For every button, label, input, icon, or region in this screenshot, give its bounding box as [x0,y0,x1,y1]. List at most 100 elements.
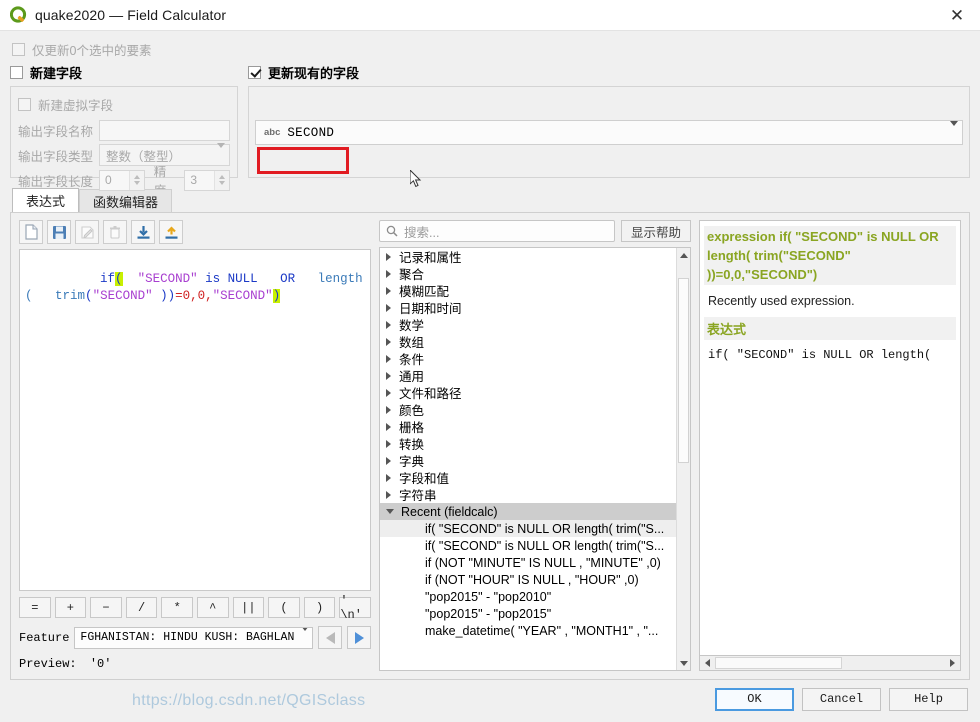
operator-concat[interactable]: || [232,597,265,618]
expression-panel: if( "SECOND" is NULL OR length( trim("SE… [10,212,970,680]
preview-row: Preview: '0' [19,657,371,671]
update-field-header[interactable]: 更新现有的字段 [248,62,970,82]
help-horizontal-scrollbar[interactable] [699,656,961,671]
scroll-thumb[interactable] [715,657,842,669]
scroll-up-icon[interactable] [677,248,690,262]
recent-expression-item[interactable]: if (NOT "HOUR" IS NULL , "HOUR" ,0) [380,571,676,588]
tree-category-conversions[interactable]: 转换 [380,435,676,452]
operator-power[interactable]: ^ [196,597,229,618]
output-field-length-stepper[interactable]: 0 [99,169,145,191]
expr-token: "SECOND" [92,289,153,303]
expr-token: "SECOND" [137,272,198,286]
operator-newline[interactable]: ' \n' [339,594,371,622]
chevron-down-icon [386,509,394,514]
operator-minus[interactable]: − [90,597,122,618]
ok-button[interactable]: OK [715,687,794,711]
tab-function-editor[interactable]: 函数编辑器 [79,189,173,212]
output-field-name-input[interactable] [99,119,230,141]
show-help-button[interactable]: 显示帮助 [620,220,691,242]
tree-category-raster[interactable]: 栅格 [380,418,676,435]
chevron-right-icon [386,354,391,363]
scroll-right-icon[interactable] [945,656,960,670]
tree-category-recent[interactable]: Recent (fieldcalc) [380,503,676,520]
expression-text-area[interactable]: if( "SECOND" is NULL OR length( trim("SE… [19,249,371,591]
search-input[interactable]: 搜索... [379,220,615,242]
tree-category-records[interactable]: 记录和属性 [380,248,676,265]
expr-token: , [190,289,198,303]
virtual-field-row[interactable]: 新建虚拟字段 [18,93,230,115]
recent-expression-item[interactable]: make_datetime( "YEAR" , "MONTH1" , "... [380,622,676,639]
virtual-field-checkbox[interactable] [18,97,31,111]
scroll-track[interactable] [677,262,690,656]
upper-section: 新建字段 新建虚拟字段 输出字段名称 输出字段类型 整数（整型） 输出字段长度 … [10,62,970,198]
expr-token [295,272,318,286]
help-button[interactable]: Help [889,687,968,711]
tree-category-color[interactable]: 颜色 [380,401,676,418]
help-heading: expression if( "SECOND" is NULL OR lengt… [704,226,956,285]
operator-paren-open[interactable]: ( [268,597,300,618]
scroll-left-icon[interactable] [700,656,715,670]
operator-plus[interactable]: + [54,597,87,618]
function-tree-scrollbar[interactable] [676,248,690,670]
existing-field-combo-wrap: abc SECOND [255,120,963,188]
only-selected-checkbox[interactable] [12,43,25,56]
tree-category-math[interactable]: 数学 [380,316,676,333]
chevron-right-icon [386,337,391,346]
tree-category-string[interactable]: 字符串 [380,486,676,503]
tree-category-datetime[interactable]: 日期和时间 [380,299,676,316]
tree-category-files-paths[interactable]: 文件和路径 [380,384,676,401]
new-field-groupbox: 新建虚拟字段 输出字段名称 输出字段类型 整数（整型） 输出字段长度 0 精 3 [10,86,238,198]
recent-expression-item[interactable]: "pop2015" - "pop2010" [380,588,676,605]
chevron-right-icon [386,490,391,499]
scroll-thumb[interactable] [678,277,689,463]
tree-category-aggregate[interactable]: 聚合 [380,265,676,282]
chevron-down-icon [296,627,309,644]
output-field-type-value: 整数（整型） [106,149,182,164]
stepper-arrows-icon[interactable] [128,170,144,190]
operator-paren-close[interactable]: ) [303,597,336,618]
precision-value: 3 [190,173,197,187]
operator-equals[interactable]: = [19,597,51,618]
help-pane: expression if( "SECOND" is NULL OR lengt… [699,220,961,671]
update-existing-field-checkbox[interactable] [248,65,261,79]
output-field-type-select[interactable]: 整数（整型） [99,143,230,166]
save-icon[interactable] [47,220,71,244]
operator-divide[interactable]: / [125,597,158,618]
recent-expression-item[interactable]: if( "SECOND" is NULL OR length( trim("S.… [380,537,676,554]
new-field-column: 新建字段 新建虚拟字段 输出字段名称 输出字段类型 整数（整型） 输出字段长度 … [10,62,238,198]
scroll-down-icon[interactable] [677,656,690,670]
next-feature-icon[interactable] [347,626,371,649]
feature-select[interactable]: FGHANISTAN: HINDU KUSH: BAGHLAN [74,626,313,649]
existing-field-select[interactable]: abc SECOND [255,120,963,145]
recent-expression-item[interactable]: if (NOT "MINUTE" IS NULL , "MINUTE" ,0) [380,554,676,571]
new-field-header[interactable]: 新建字段 [10,62,238,82]
help-code-snippet: if( "SECOND" is NULL OR length( [708,348,932,362]
tree-category-fields-values[interactable]: 字段和值 [380,469,676,486]
create-new-field-label: 新建字段 [30,65,83,81]
create-new-field-checkbox[interactable] [10,65,23,79]
output-field-length-label: 输出字段长度 [18,174,94,189]
tree-category-map[interactable]: 字典 [380,452,676,469]
export-upload-icon[interactable] [159,220,183,244]
expr-token: ( [85,289,93,303]
recent-expression-item[interactable]: if( "SECOND" is NULL OR length( trim("S.… [380,520,676,537]
tree-category-fuzzy[interactable]: 模糊匹配 [380,282,676,299]
stepper-arrows-icon[interactable] [214,170,229,190]
cancel-button[interactable]: Cancel [802,687,881,711]
scroll-track[interactable] [715,656,945,670]
expr-token: = [175,289,183,303]
only-selected-row[interactable]: 仅更新0个选中的要素 [12,40,970,59]
prev-feature-icon[interactable] [318,626,342,649]
expr-token: ) [272,289,281,303]
close-icon[interactable]: ✕ [942,2,972,28]
output-field-type-label: 输出字段类型 [18,149,94,164]
precision-stepper[interactable]: 3 [184,169,230,191]
recent-expression-item[interactable]: "pop2015" - "pop2015" [380,605,676,622]
tree-category-conditional[interactable]: 条件 [380,350,676,367]
new-file-icon[interactable] [19,220,43,244]
tab-expression[interactable]: 表达式 [12,188,80,212]
tree-category-array[interactable]: 数组 [380,333,676,350]
operator-multiply[interactable]: * [161,597,193,618]
tree-category-general[interactable]: 通用 [380,367,676,384]
import-download-icon[interactable] [131,220,155,244]
